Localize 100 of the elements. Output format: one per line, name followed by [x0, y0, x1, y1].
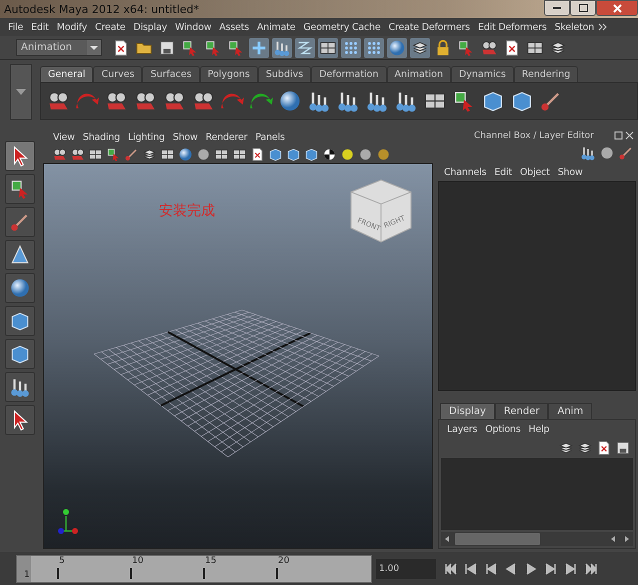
film-reel-icon[interactable]	[70, 146, 85, 162]
grid-icon[interactable]	[88, 146, 103, 162]
cube-icon[interactable]	[481, 89, 505, 113]
frame-number: 10	[131, 556, 144, 566]
close-icon	[612, 4, 622, 12]
ball-icon[interactable]	[340, 146, 355, 162]
shelf-tab[interactable]: Deformation	[311, 66, 387, 82]
menu-item[interactable]: Modify	[52, 22, 91, 32]
channel-menu-item[interactable]: Show	[554, 166, 587, 178]
layer-tab[interactable]: Render	[494, 403, 548, 419]
cone-icon[interactable]	[9, 244, 31, 266]
shelf-menu-button[interactable]	[10, 64, 32, 120]
layer-tab[interactable]: Display	[440, 403, 495, 419]
menu-set-dropdown[interactable]: Animation	[16, 39, 102, 56]
view-cube[interactable]	[350, 179, 412, 243]
maximize-button[interactable]	[570, 0, 596, 16]
playback-button-icon[interactable]	[564, 562, 578, 576]
grid-icon[interactable]	[232, 146, 247, 162]
panel-menu-item[interactable]: Lighting	[124, 132, 169, 142]
menu-item[interactable]: Geometry Cache	[299, 22, 385, 32]
cube-icon[interactable]	[9, 343, 31, 365]
menu-item[interactable]: Animate	[252, 22, 300, 32]
select-icon[interactable]	[227, 38, 245, 56]
layer-menu-item[interactable]: Layers	[443, 424, 482, 434]
grid-icon[interactable]	[214, 146, 229, 162]
layer-stack-icon[interactable]	[142, 146, 157, 162]
checker-ball-icon[interactable]	[322, 146, 337, 162]
current-time-field[interactable]: 1.00	[376, 558, 436, 578]
panel-menu-item[interactable]: Shading	[78, 132, 124, 142]
chevron-icon[interactable]	[598, 23, 608, 31]
menu-item[interactable]: Skeleton	[550, 22, 598, 32]
playback-button-icon[interactable]	[444, 562, 458, 576]
menu-item[interactable]: Edit	[27, 22, 53, 32]
caret-icon	[87, 40, 101, 55]
plus-icon[interactable]	[250, 38, 268, 56]
ball-icon[interactable]	[376, 146, 391, 162]
layer-stack-icon[interactable]	[558, 440, 574, 456]
time-slider[interactable]: 1 5 10 15 20	[16, 554, 372, 582]
playback-button-icon[interactable]	[524, 562, 538, 576]
menu-item[interactable]: Edit Deformers	[474, 22, 551, 32]
channel-menu-item[interactable]: Object	[516, 166, 554, 178]
shelf-tab[interactable]: Animation	[386, 66, 451, 82]
ball-icon[interactable]	[196, 146, 211, 162]
float-icon[interactable]	[614, 131, 634, 141]
shelf-tab[interactable]: Polygons	[200, 66, 258, 82]
sphere-icon[interactable]	[9, 277, 31, 299]
channel-menu-item[interactable]: Edit	[490, 166, 516, 178]
layer-tab[interactable]: Anim	[548, 403, 592, 419]
panel-menu-item[interactable]: Renderer	[202, 132, 252, 142]
playback-button-icon[interactable]	[484, 562, 498, 576]
menu-item[interactable]: Assets	[215, 22, 253, 32]
panel-menu-item[interactable]: View	[49, 132, 79, 142]
select-icon[interactable]	[457, 38, 475, 56]
shelf-tab[interactable]: Subdivs	[258, 66, 312, 82]
ball-icon[interactable]	[358, 146, 373, 162]
panel-menu-item[interactable]: Show	[168, 132, 202, 142]
channel-menu-item[interactable]: Channels	[440, 166, 490, 178]
scroll-thumb[interactable]	[455, 533, 540, 545]
page-icon[interactable]	[112, 38, 130, 56]
shelf-tab[interactable]: General	[40, 66, 94, 82]
ball-icon[interactable]	[599, 145, 615, 161]
menu-item[interactable]: Display	[129, 22, 171, 32]
layer-stack-icon[interactable]	[577, 440, 593, 456]
menu-item[interactable]: Window	[171, 22, 216, 32]
select-icon[interactable]	[204, 38, 222, 56]
frame-number: 5	[58, 556, 65, 566]
menu-item[interactable]: Create	[91, 22, 130, 32]
close-button[interactable]	[596, 0, 638, 16]
minimize-button[interactable]	[544, 0, 570, 16]
brush-icon[interactable]	[618, 145, 634, 161]
shelf-tab[interactable]: Surfaces	[142, 66, 200, 82]
playback-button-icon[interactable]	[584, 562, 598, 576]
playback-button-icon[interactable]	[504, 562, 518, 576]
page-icon[interactable]	[250, 146, 265, 162]
film-reel-icon[interactable]	[52, 146, 67, 162]
current-frame-marker[interactable]	[17, 556, 31, 582]
joint-icon[interactable]	[580, 145, 596, 161]
select-icon[interactable]	[106, 146, 121, 162]
scrollbar[interactable]	[441, 532, 633, 546]
page-icon[interactable]	[596, 440, 612, 456]
panel-menu-item[interactable]: Panels	[251, 132, 289, 142]
select-icon[interactable]	[181, 38, 199, 56]
menu-item[interactable]: Create Deformers	[384, 22, 474, 32]
film-reel-icon[interactable]	[480, 38, 498, 56]
playback-button-icon[interactable]	[544, 562, 558, 576]
sphere-icon[interactable]	[388, 38, 406, 56]
layer-menu-item[interactable]: Help	[524, 424, 554, 434]
shelf-tab[interactable]: Rendering	[514, 66, 578, 82]
cube-icon[interactable]	[510, 89, 534, 113]
playback-button-icon[interactable]	[464, 562, 478, 576]
sphere-icon[interactable]	[278, 89, 302, 113]
shelf-tab[interactable]: Curves	[93, 66, 142, 82]
grid-icon[interactable]	[160, 146, 175, 162]
menu-item[interactable]: File	[4, 22, 28, 32]
sphere-icon[interactable]	[178, 146, 193, 162]
cube-icon[interactable]	[9, 310, 31, 332]
brush-icon[interactable]	[124, 146, 139, 162]
page-icon[interactable]	[503, 38, 521, 56]
shelf-tab[interactable]: Dynamics	[450, 66, 514, 82]
layer-menu-item[interactable]: Options	[481, 424, 525, 434]
